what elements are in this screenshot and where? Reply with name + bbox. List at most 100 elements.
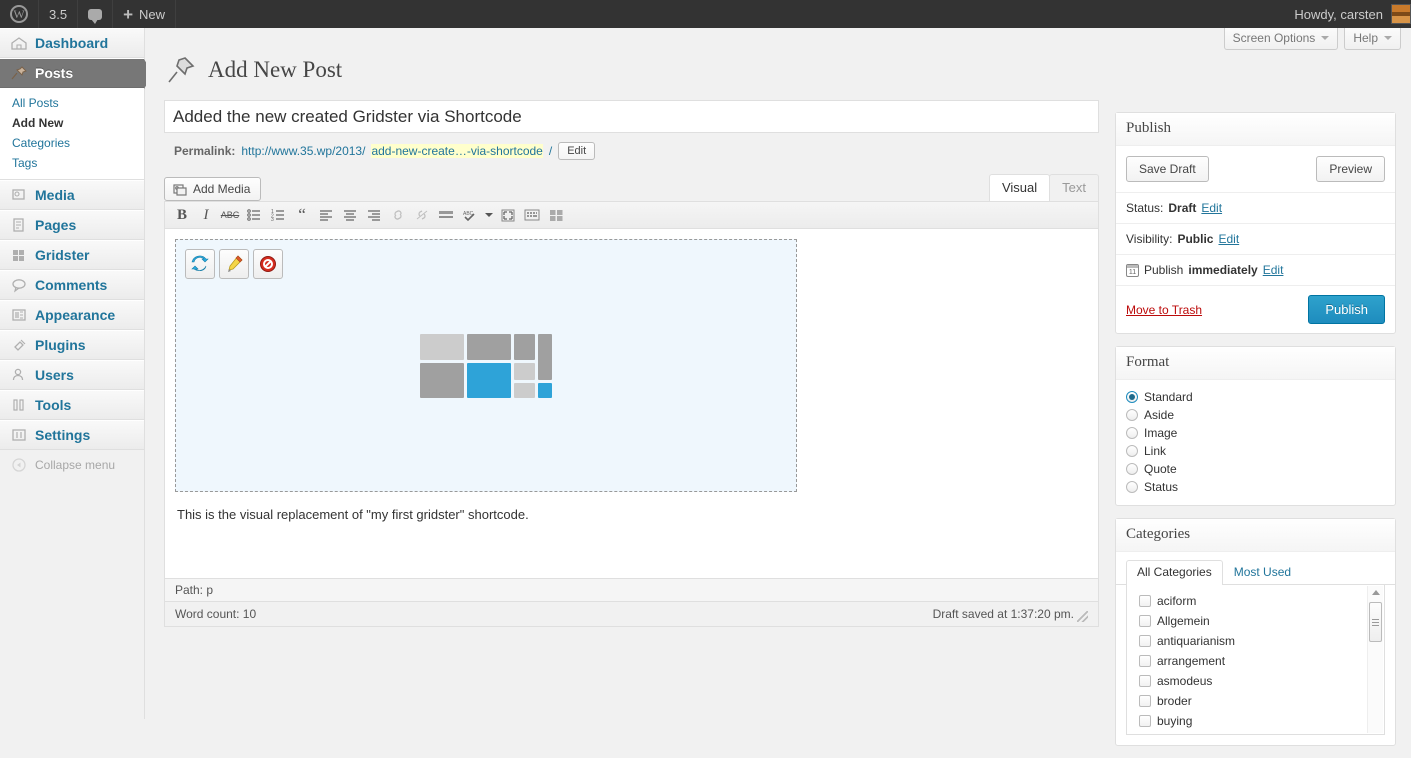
screen-options-button[interactable]: Screen Options [1224, 28, 1339, 50]
edit-schedule-link[interactable]: Edit [1263, 263, 1284, 277]
categories-scrollbar[interactable] [1367, 586, 1383, 733]
list-item[interactable]: Allgemein [1127, 611, 1384, 631]
sidebar-item-tools[interactable]: Tools [0, 390, 144, 420]
publish-button[interactable]: Publish [1308, 295, 1385, 324]
checkbox-icon[interactable] [1139, 695, 1151, 707]
permalink-base[interactable]: http://www.35.wp/2013/ [241, 144, 365, 158]
spellcheck-icon[interactable]: ABC [459, 205, 481, 226]
fullscreen-icon[interactable] [497, 205, 519, 226]
tools-icon [9, 397, 29, 413]
radio-icon[interactable] [1126, 481, 1138, 493]
format-option-quote[interactable]: Quote [1126, 460, 1385, 478]
remove-link-icon[interactable] [411, 205, 433, 226]
sidebar-item-plugins[interactable]: Plugins [0, 330, 144, 360]
post-body-text[interactable]: This is the visual replacement of "my fi… [177, 505, 1088, 525]
radio-icon[interactable] [1126, 409, 1138, 421]
sidebar-item-categories[interactable]: Categories [0, 133, 144, 153]
refresh-gridster-button[interactable] [185, 249, 215, 279]
insert-more-tag-icon[interactable] [435, 205, 457, 226]
tab-text[interactable]: Text [1049, 174, 1099, 201]
format-option-link[interactable]: Link [1126, 442, 1385, 460]
checkbox-icon[interactable] [1139, 635, 1151, 647]
sidebar-item-pages[interactable]: Pages [0, 210, 144, 240]
list-item[interactable]: broder [1127, 691, 1384, 711]
format-option-aside[interactable]: Aside [1126, 406, 1385, 424]
editor-content-area[interactable]: This is the visual replacement of "my fi… [165, 229, 1098, 578]
sidebar-item-add-new[interactable]: Add New [0, 113, 144, 133]
list-item[interactable]: antiquarianism [1127, 631, 1384, 651]
comments-menu[interactable] [78, 0, 113, 28]
radio-icon[interactable] [1126, 463, 1138, 475]
sidebar-item-appearance[interactable]: Appearance [0, 300, 144, 330]
delete-gridster-button[interactable] [253, 249, 283, 279]
gridster-placeholder[interactable] [175, 239, 797, 492]
spellcheck-dropdown-icon[interactable] [483, 205, 495, 226]
kitchen-sink-icon[interactable] [521, 205, 543, 226]
list-item[interactable]: buying [1127, 711, 1384, 731]
avatar[interactable] [1391, 4, 1411, 24]
edit-gridster-button[interactable] [219, 249, 249, 279]
add-media-button[interactable]: Add Media [164, 177, 261, 201]
list-item[interactable]: arrangement [1127, 651, 1384, 671]
move-to-trash-link[interactable]: Move to Trash [1126, 303, 1202, 317]
post-title-input[interactable] [164, 100, 1099, 133]
format-option-status[interactable]: Status [1126, 478, 1385, 496]
gridster-tile [467, 334, 511, 360]
wp-logo-menu[interactable]: W [0, 0, 39, 28]
radio-icon[interactable] [1126, 391, 1138, 403]
new-content-menu[interactable]: + New [113, 0, 176, 28]
italic-icon[interactable]: I [195, 205, 217, 226]
edit-status-link[interactable]: Edit [1201, 201, 1222, 215]
sidebar-item-media[interactable]: Media [0, 180, 144, 210]
sidebar-item-dashboard[interactable]: Dashboard [0, 28, 144, 58]
bold-icon[interactable]: B [171, 205, 193, 226]
preview-button[interactable]: Preview [1316, 156, 1385, 182]
edit-visibility-link[interactable]: Edit [1218, 232, 1239, 246]
help-button[interactable]: Help [1344, 28, 1401, 50]
save-draft-button[interactable]: Save Draft [1126, 156, 1209, 182]
collapse-menu-button[interactable]: Collapse menu [0, 450, 144, 480]
unordered-list-icon[interactable] [243, 205, 265, 226]
howdy-label[interactable]: Howdy, carsten [1294, 7, 1391, 22]
sidebar-item-comments[interactable]: Comments [0, 270, 144, 300]
strikethrough-icon[interactable]: ABC [219, 205, 241, 226]
gridster-shortcode-icon[interactable] [545, 205, 567, 226]
align-center-icon[interactable] [339, 205, 361, 226]
sidebar-label: Tools [35, 397, 71, 413]
tab-all-categories[interactable]: All Categories [1126, 560, 1223, 585]
align-right-icon[interactable] [363, 205, 385, 226]
editor-resize-handle[interactable] [1077, 611, 1088, 622]
sidebar-item-all-posts[interactable]: All Posts [0, 93, 144, 113]
scroll-up-arrow-icon[interactable] [1372, 590, 1380, 595]
checkbox-icon[interactable] [1139, 595, 1151, 607]
edit-permalink-button[interactable]: Edit [558, 142, 595, 160]
list-item[interactable]: aciform [1127, 591, 1384, 611]
scrollbar-thumb[interactable] [1369, 602, 1382, 642]
checkbox-icon[interactable] [1139, 675, 1151, 687]
sidebar-item-gridster[interactable]: Gridster [0, 240, 144, 270]
checkbox-icon[interactable] [1139, 715, 1151, 727]
blockquote-icon[interactable]: “ [291, 205, 313, 226]
align-left-icon[interactable] [315, 205, 337, 226]
checkbox-icon[interactable] [1139, 615, 1151, 627]
sidebar-item-users[interactable]: Users [0, 360, 144, 390]
gridster-tile [538, 334, 552, 380]
sidebar-item-posts[interactable]: Posts [0, 58, 144, 88]
tab-most-used[interactable]: Most Used [1223, 560, 1302, 584]
insert-link-icon[interactable] [387, 205, 409, 226]
ordered-list-icon[interactable]: 123 [267, 205, 289, 226]
main-content: Screen Options Help Add New Post Permali… [146, 28, 1411, 719]
permalink-slug[interactable]: add-new-create…-via-shortcode [371, 144, 542, 158]
format-option-image[interactable]: Image [1126, 424, 1385, 442]
sidebar-item-tags[interactable]: Tags [0, 153, 144, 173]
radio-icon[interactable] [1126, 427, 1138, 439]
radio-icon[interactable] [1126, 445, 1138, 457]
categories-list[interactable]: aciform Allgemein antiquarianism ar [1126, 585, 1385, 735]
list-item[interactable]: asmodeus [1127, 671, 1384, 691]
wp-version[interactable]: 3.5 [39, 0, 78, 28]
tab-visual[interactable]: Visual [989, 174, 1050, 201]
sidebar-item-settings[interactable]: Settings [0, 420, 144, 450]
checkbox-icon[interactable] [1139, 655, 1151, 667]
format-option-standard[interactable]: Standard [1126, 388, 1385, 406]
schedule-value: immediately [1188, 263, 1257, 277]
